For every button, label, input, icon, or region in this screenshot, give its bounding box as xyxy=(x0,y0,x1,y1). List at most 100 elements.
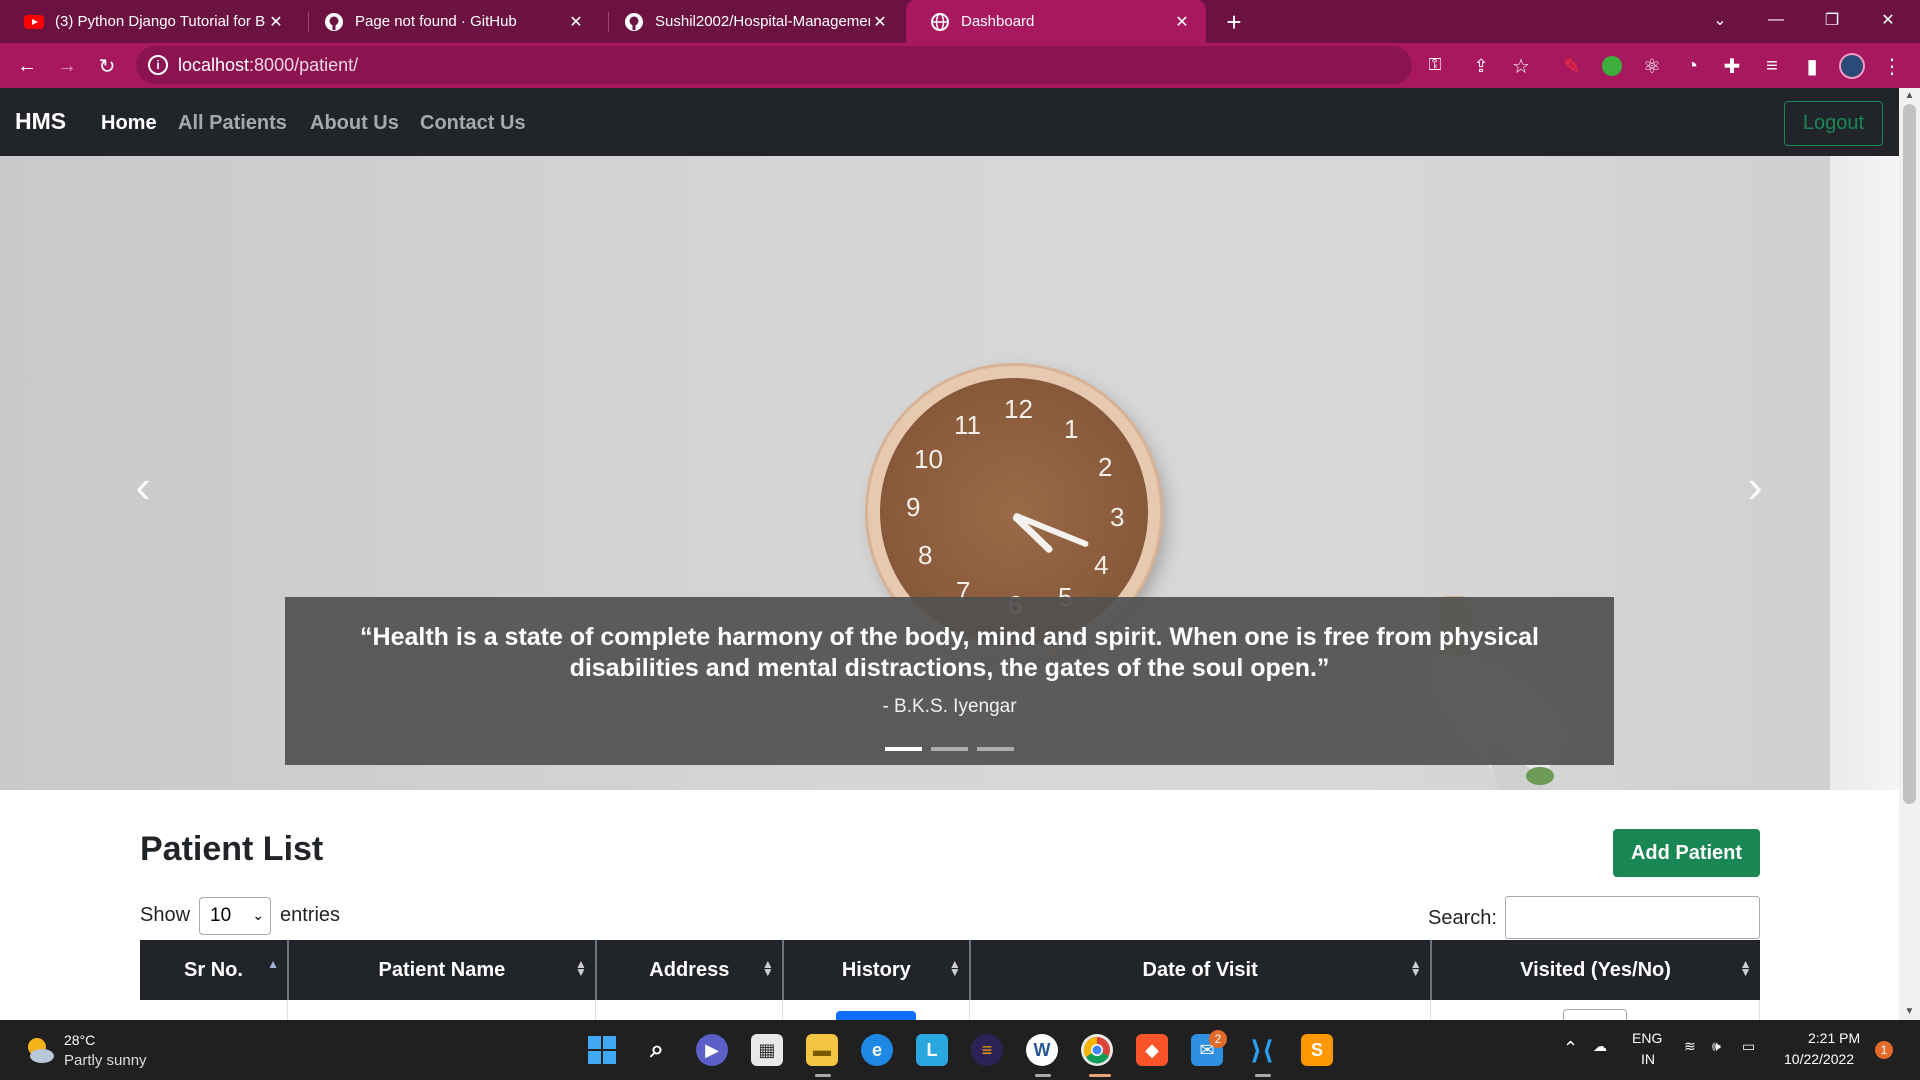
logout-button[interactable]: Logout xyxy=(1784,101,1883,146)
weather-description[interactable]: Partly sunny xyxy=(64,1052,147,1069)
wifi-icon[interactable]: ≋ xyxy=(1684,1038,1696,1055)
brand-logo[interactable]: HMS xyxy=(15,108,66,135)
tray-overflow-icon[interactable]: ⌃ xyxy=(1563,1038,1578,1059)
close-tab-icon[interactable]: ✕ xyxy=(870,12,890,32)
sort-icon: ▲ ▼ xyxy=(1739,957,1752,979)
region-code[interactable]: IN xyxy=(1641,1051,1655,1067)
close-tab-icon[interactable]: ✕ xyxy=(1172,12,1192,32)
table-cell xyxy=(782,1000,971,1020)
sublime-text-icon[interactable]: S xyxy=(1301,1034,1333,1066)
table-cell xyxy=(140,1000,289,1020)
search-icon[interactable]: ⌕ xyxy=(641,1034,673,1066)
site-info-icon[interactable]: i xyxy=(148,55,168,75)
word-app-icon[interactable]: W xyxy=(1026,1034,1058,1066)
close-window-button[interactable]: ✕ xyxy=(1860,0,1916,40)
address-bar[interactable]: i localhost:8000/patient/ ⚿ xyxy=(136,46,1441,84)
nav-contact-us[interactable]: Contact Us xyxy=(420,112,526,135)
close-tab-icon[interactable]: ✕ xyxy=(266,12,286,32)
clock-number: 2 xyxy=(1098,452,1113,482)
hero-carousel: 12 1 2 3 4 5 6 7 8 9 10 11 ‹ › “Health i… xyxy=(0,156,1899,790)
tab-youtube[interactable]: (3) Python Django Tutorial for Be ✕ xyxy=(0,0,300,43)
carousel-indicator[interactable] xyxy=(885,747,922,751)
battery-icon[interactable]: ▭ xyxy=(1742,1038,1755,1055)
clock-date[interactable]: 10/22/2022 xyxy=(1784,1051,1854,1067)
github-icon xyxy=(624,12,644,32)
tab-github-404[interactable]: Page not found · GitHub ✕ xyxy=(300,0,600,43)
key-icon[interactable]: ⚿ xyxy=(1420,50,1450,80)
clock-number: 4 xyxy=(1094,550,1109,580)
pen-extension-icon[interactable]: ✎ xyxy=(1557,51,1587,81)
chat-icon[interactable]: ▶ xyxy=(696,1034,728,1066)
bookmark-star-icon[interactable]: ☆ xyxy=(1506,51,1536,81)
avatar[interactable] xyxy=(1837,51,1867,81)
clock-number: 3 xyxy=(1110,502,1125,532)
green-extension-icon[interactable] xyxy=(1597,51,1627,81)
side-panel-icon[interactable]: ▮ xyxy=(1797,51,1827,81)
carousel-indicators xyxy=(285,747,1614,751)
tab-dashboard[interactable]: Dashboard ✕ xyxy=(906,0,1206,43)
reload-icon[interactable]: ↻ xyxy=(92,51,122,81)
react-extension-icon[interactable]: ⚛ xyxy=(1637,51,1667,81)
url-host: localhost xyxy=(178,55,250,75)
onedrive-icon[interactable]: ☁ xyxy=(1593,1038,1607,1055)
scrollbar-thumb[interactable] xyxy=(1903,104,1916,804)
extension-badge-icon[interactable]: ◔ xyxy=(1677,51,1707,81)
table-cell xyxy=(287,1000,597,1020)
eclipse-icon[interactable]: ≡ xyxy=(971,1034,1003,1066)
windows-start-icon[interactable] xyxy=(586,1034,618,1066)
entries-select[interactable]: 10 ⌄ xyxy=(199,897,271,935)
volume-icon[interactable]: 🕪 xyxy=(1712,1038,1721,1055)
extensions-puzzle-icon[interactable]: ✚ xyxy=(1717,51,1747,81)
chrome-icon[interactable] xyxy=(1081,1034,1113,1066)
table-cell xyxy=(1430,1000,1760,1020)
page-scrollbar[interactable]: ▲ ▼ xyxy=(1899,88,1920,1020)
weather-temperature[interactable]: 28°C xyxy=(64,1032,95,1048)
restore-button[interactable]: ❐ xyxy=(1804,0,1860,40)
column-header-date-of-visit[interactable]: Date of Visit ▲ ▼ xyxy=(969,940,1432,1000)
wall-edge xyxy=(1830,156,1899,790)
menu-kebab-icon[interactable]: ⋮ xyxy=(1877,51,1907,81)
tab-github-repo[interactable]: Sushil2002/Hospital-Managemen ✕ xyxy=(600,0,904,43)
l-app-icon[interactable]: L xyxy=(916,1034,948,1066)
partly-sunny-icon[interactable] xyxy=(24,1034,56,1066)
minimize-button[interactable]: — xyxy=(1748,0,1804,40)
table-row xyxy=(140,1000,1760,1020)
carousel-indicator[interactable] xyxy=(977,747,1014,751)
column-header-visited[interactable]: Visited (Yes/No) ▲ ▼ xyxy=(1430,940,1760,1000)
carousel-indicator[interactable] xyxy=(931,747,968,751)
notification-badge[interactable]: 1 xyxy=(1875,1041,1893,1059)
scroll-down-icon[interactable]: ▼ xyxy=(1899,1006,1920,1017)
nav-all-patients[interactable]: All Patients xyxy=(178,112,287,135)
clock-time[interactable]: 2:21 PM xyxy=(1808,1030,1860,1046)
active-app-indicator xyxy=(1255,1074,1271,1077)
nav-home[interactable]: Home xyxy=(101,112,157,135)
back-icon[interactable]: ← xyxy=(12,51,42,81)
sort-asc-icon: ▲ xyxy=(267,957,279,971)
column-header-patient-name[interactable]: Patient Name ▲ ▼ xyxy=(287,940,597,1000)
language-code[interactable]: ENG xyxy=(1632,1030,1662,1046)
reading-list-icon[interactable]: ≡ xyxy=(1757,51,1787,81)
visited-select[interactable] xyxy=(1563,1009,1628,1020)
tab-search-icon[interactable]: ⌄ xyxy=(1692,0,1748,40)
forward-icon[interactable]: → xyxy=(52,51,82,81)
share-icon[interactable]: ⇪ xyxy=(1466,51,1496,81)
store-icon[interactable]: ▦ xyxy=(751,1034,783,1066)
new-tab-button[interactable]: + xyxy=(1218,6,1250,38)
close-tab-icon[interactable]: ✕ xyxy=(566,12,586,32)
scroll-up-icon[interactable]: ▲ xyxy=(1899,90,1920,101)
edge-browser-icon[interactable]: e xyxy=(861,1034,893,1066)
nav-about-us[interactable]: About Us xyxy=(310,112,399,135)
carousel-next-icon[interactable]: › xyxy=(1735,456,1775,516)
brave-icon[interactable]: ◆ xyxy=(1136,1034,1168,1066)
sort-icon: ▲ ▼ xyxy=(574,957,587,979)
column-header-history[interactable]: History ▲ ▼ xyxy=(782,940,971,1000)
file-explorer-icon[interactable]: ▬ xyxy=(806,1034,838,1066)
vscode-icon[interactable]: ⟩⟨ xyxy=(1246,1034,1278,1066)
carousel-prev-icon[interactable]: ‹ xyxy=(123,456,163,516)
history-button[interactable] xyxy=(836,1011,917,1020)
column-header-address[interactable]: Address ▲ ▼ xyxy=(595,940,784,1000)
add-patient-button[interactable]: Add Patient xyxy=(1613,829,1760,877)
windows-taskbar: 28°C Partly sunny ⌕ ▶ ▦ ▬ e L ≡ W ◆ ✉ 2 … xyxy=(0,1020,1920,1080)
search-input[interactable] xyxy=(1505,896,1760,939)
column-header-sr-no[interactable]: Sr No. ▲ xyxy=(140,940,289,1000)
